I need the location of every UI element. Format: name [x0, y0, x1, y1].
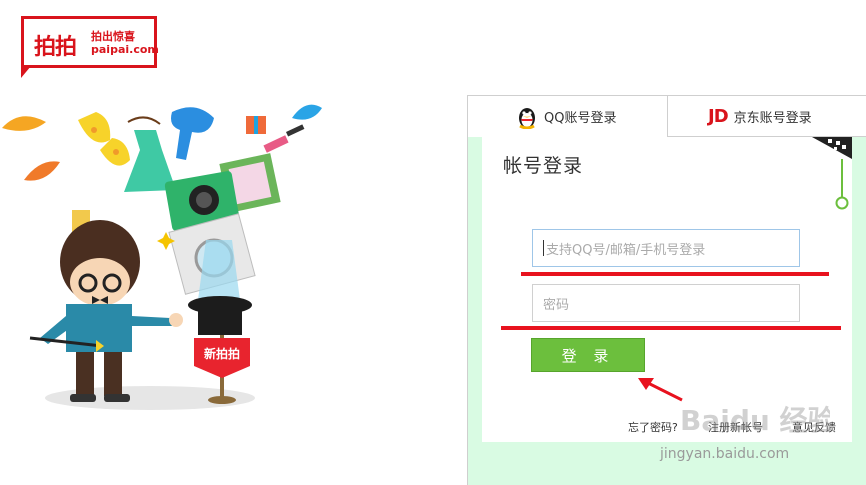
username-input[interactable]: 支持QQ号/邮箱/手机号登录: [532, 229, 800, 267]
forgot-password-link[interactable]: 忘了密码?: [628, 419, 678, 435]
annotation-underline-username: [521, 272, 829, 276]
qr-code-switch-icon[interactable]: [812, 137, 852, 217]
annotation-underline-password: [501, 326, 841, 330]
text-caret: [543, 240, 544, 256]
orange-drop-2: [24, 161, 60, 181]
annotation-arrow: [638, 378, 683, 402]
orange-drop: [2, 116, 46, 131]
watermark-domain: jingyan.baidu.com: [660, 446, 790, 462]
blue-drop: [292, 104, 322, 120]
register-link[interactable]: 注册新帐号: [708, 419, 763, 435]
tab-jd-login[interactable]: JD 京东账号登录: [667, 96, 866, 137]
logo-domain: paipai.com: [91, 43, 159, 56]
jd-logo-icon: JD: [708, 105, 729, 127]
qq-penguin-icon: [516, 105, 538, 129]
logo-tail: [21, 66, 31, 78]
logo-main-text: 拍拍: [34, 35, 77, 60]
paipai-logo[interactable]: 拍拍 拍出惊喜 paipai.com: [21, 16, 159, 68]
password-input[interactable]: 密码: [532, 284, 800, 322]
feedback-link[interactable]: 意见反馈: [792, 419, 836, 435]
hat-sign-text: 新拍拍: [204, 346, 240, 361]
hairdryer: [171, 107, 214, 160]
logo-slogan: 拍出惊喜: [91, 30, 135, 43]
login-title: 帐号登录: [503, 155, 584, 177]
tab-jd-label: 京东账号登录: [733, 110, 812, 126]
tab-qq-login[interactable]: QQ账号登录: [468, 96, 667, 137]
password-placeholder: 密码: [543, 297, 570, 313]
tab-qq-label: QQ账号登录: [544, 111, 617, 126]
username-placeholder: 支持QQ号/邮箱/手机号登录: [546, 242, 706, 258]
login-button[interactable]: 登 录: [531, 338, 645, 372]
magician-illustration: 新拍拍: [2, 104, 322, 410]
login-panel: QQ账号登录 JD 京东账号登录 帐号登录 支持QQ号/邮箱/手机号登录 密码 …: [467, 95, 866, 485]
